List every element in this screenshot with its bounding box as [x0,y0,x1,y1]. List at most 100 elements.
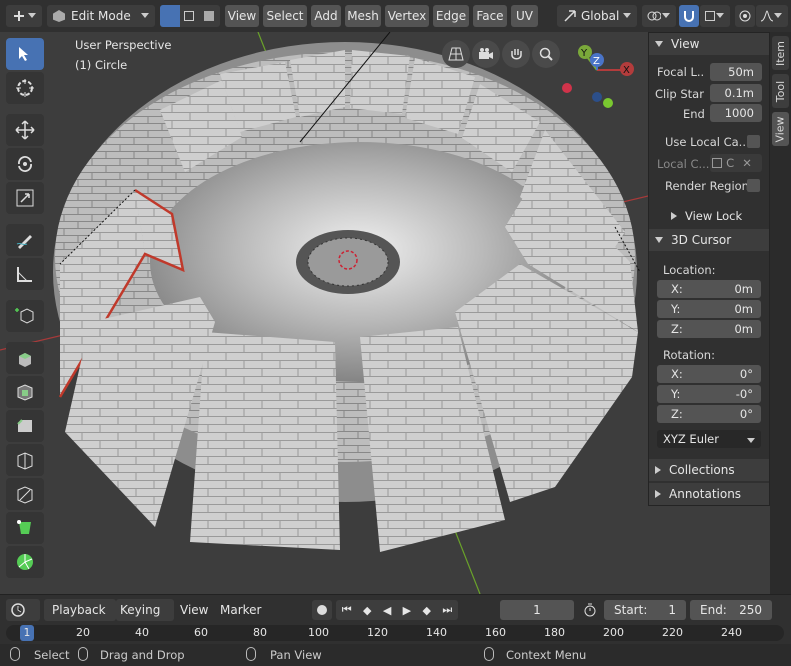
focal-length-field[interactable]: 50m [710,63,762,81]
snap-element-icon [705,11,715,21]
rotation-x-field[interactable]: X: 0° [657,365,761,383]
mouse-drag-icon [78,647,88,661]
play-reverse-icon[interactable]: ◀ [383,604,391,617]
move-tool[interactable] [6,114,44,146]
local-camera-field[interactable]: C ✕ [710,154,762,172]
menu-face[interactable]: Face [473,5,507,27]
tab-view[interactable]: View [772,112,789,146]
use-local-camera-checkbox[interactable] [747,135,760,148]
cursor-tool[interactable] [6,72,44,104]
select-box-tool[interactable] [6,38,44,70]
tab-tool[interactable]: Tool [772,74,789,108]
snap-toggle[interactable] [679,5,699,27]
edge-select-icon[interactable] [184,11,194,21]
navigation-gizmo[interactable]: Y Z X [555,40,645,122]
add-cube-tool[interactable] [6,300,44,332]
menu-vertex[interactable]: Vertex [385,5,429,27]
frame-ruler[interactable]: 1 20 40 60 80 100 120 140 160 180 200 22… [6,625,784,641]
next-keyframe-icon[interactable]: ◆ [423,604,431,617]
end-frame-field[interactable]: End: 250 [690,600,772,620]
menu-add[interactable]: Add [311,5,341,27]
tab-item[interactable]: Item [772,36,789,70]
menu-uv[interactable]: UV [511,5,538,27]
3d-cursor-section-header[interactable]: 3D Cursor [649,229,769,251]
stopwatch-icon[interactable] [580,600,600,620]
location-z-field[interactable]: Z: 0m [657,320,761,338]
poly-build-tool[interactable] [6,512,44,544]
proportional-edit-icon [739,10,751,22]
timeline-editor-type[interactable] [6,599,40,621]
loop-cut-tool[interactable] [6,444,44,476]
menu-view[interactable]: View [225,5,259,27]
timeline-view-menu[interactable]: View [180,603,208,617]
menu-edge[interactable]: Edge [433,5,469,27]
keying-label: Keying [120,603,161,617]
vertex-select-icon[interactable] [160,5,180,27]
orientation-dropdown[interactable]: Global [557,5,637,27]
editor-type-button[interactable] [6,5,42,27]
ruler-tick: 60 [194,626,208,639]
camera-view-button[interactable] [472,40,500,68]
face-select-icon[interactable] [204,11,214,21]
status-drag-text: Drag and Drop [100,648,185,662]
3d-cursor-section-label: 3D Cursor [671,233,732,247]
menu-select[interactable]: Select [263,5,307,27]
record-button[interactable] [312,600,332,620]
view-section-header[interactable]: View [649,33,769,55]
start-frame-field[interactable]: Start: 1 [604,600,686,620]
scale-icon [16,189,34,207]
edit-mode-icon [53,10,65,22]
tab-item-label: Item [774,40,788,66]
playback-menu[interactable]: Playback [44,599,116,621]
rotation-mode-dropdown[interactable]: XYZ Euler [657,430,761,448]
rotation-z-field[interactable]: Z: 0° [657,405,761,423]
ruler-tick: 140 [426,626,447,639]
spin-tool[interactable] [6,546,44,578]
inset-tool[interactable] [6,376,44,408]
annotations-section-header[interactable]: Annotations [649,483,769,505]
mode-dropdown[interactable]: Edit Mode [47,5,155,27]
editor-type-icon [14,11,24,21]
prev-keyframe-icon[interactable]: ◆ [363,604,371,617]
add-cube-icon [15,308,34,324]
jump-start-icon[interactable]: ⏮ [342,603,352,617]
current-frame-field[interactable]: 1 [500,600,574,620]
proportional-edit-toggle[interactable] [735,5,755,27]
rotation-label: Rotation: [663,348,715,362]
status-pan-text: Pan View [270,648,322,662]
pan-view-button[interactable] [502,40,530,68]
menu-mesh[interactable]: Mesh [345,5,381,27]
local-camera-label: Local C... [657,157,710,171]
marker-menu[interactable]: Marker [220,603,261,617]
ruler-tick: 180 [544,626,565,639]
bevel-tool[interactable] [6,410,44,442]
clear-icon[interactable]: ✕ [742,156,752,170]
render-region-checkbox[interactable] [747,179,760,192]
magnet-icon [684,11,694,22]
pivot-dropdown[interactable] [642,5,676,27]
jump-end-icon[interactable]: ⏭ [442,603,452,617]
falloff-dropdown[interactable] [756,5,788,27]
camera-icon [479,48,493,59]
falloff-curve-icon [760,10,774,22]
extrude-tool[interactable] [6,342,44,374]
view-lock-subpanel[interactable]: View Lock [671,209,742,223]
tool-shelf [6,38,46,594]
collections-section-header[interactable]: Collections [649,459,769,481]
annotate-tool[interactable] [6,224,44,256]
rotation-y-field[interactable]: Y: -0° [657,385,761,403]
snap-dropdown[interactable] [700,5,730,27]
rotate-tool[interactable] [6,148,44,180]
measure-tool[interactable] [6,258,44,290]
clip-start-field[interactable]: 0.1m [710,84,762,102]
use-local-camera-label: Use Local Ca.. [665,135,746,149]
knife-tool[interactable] [6,478,44,510]
keying-menu[interactable]: Keying [116,599,174,621]
playhead[interactable]: 1 [20,625,34,641]
clip-end-field[interactable]: 1000 [710,104,762,122]
scale-tool[interactable] [6,182,44,214]
location-x-field[interactable]: X: 0m [657,280,761,298]
location-y-field[interactable]: Y: 0m [657,300,761,318]
play-icon[interactable]: ▶ [403,604,411,617]
perspective-toggle[interactable] [442,40,470,68]
